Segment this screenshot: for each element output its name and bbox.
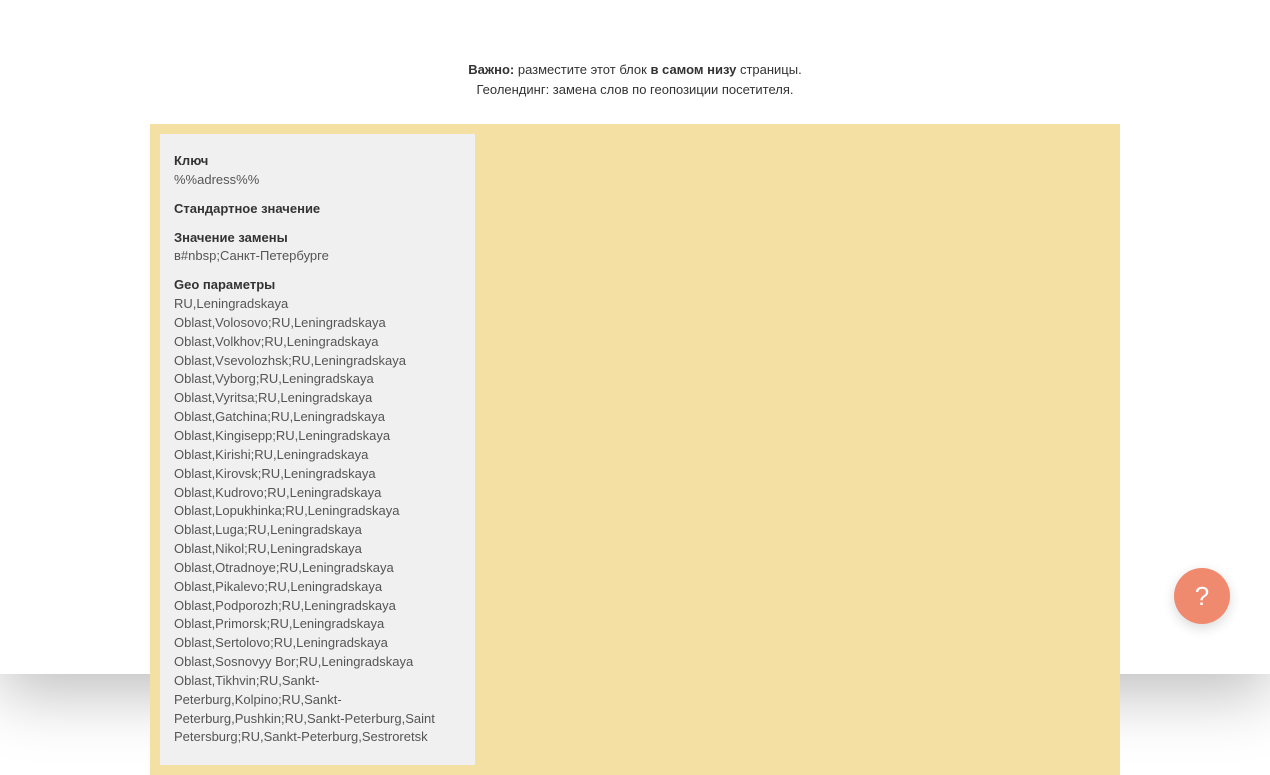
key-value: %%adress%% [174, 172, 259, 187]
header-line-2: Геолендинг: замена слов по геопозиции по… [0, 80, 1270, 100]
key-section: Ключ %%adress%% [174, 152, 461, 190]
help-icon: ? [1195, 581, 1209, 612]
replace-value-label: Значение замены [174, 229, 461, 248]
header-info-text: Важно: разместите этот блок в самом низу… [0, 60, 1270, 99]
page-wrapper: Важно: разместите этот блок в самом низу… [0, 0, 1270, 674]
default-value-label: Стандартное значение [174, 200, 461, 219]
header-bold-position: в самом низу [650, 62, 736, 77]
geo-params-value: RU,Leningradskaya Oblast,Volosovo;RU,Len… [174, 296, 435, 744]
geo-settings-panel[interactable]: Ключ %%adress%% Стандартное значение Зна… [160, 134, 475, 765]
help-button[interactable]: ? [1174, 568, 1230, 624]
header-mid: разместите этот блок [514, 62, 650, 77]
header-suffix: страницы. [736, 62, 801, 77]
replace-value-value: в#nbsp;Санкт-Петербурге [174, 248, 329, 263]
geo-params-section: Geo параметры RU,Leningradskaya Oblast,V… [174, 276, 461, 747]
header-line-1: Важно: разместите этот блок в самом низу… [0, 60, 1270, 80]
default-value-section: Стандартное значение [174, 200, 461, 219]
replace-value-section: Значение замены в#nbsp;Санкт-Петербурге [174, 229, 461, 267]
geo-block-container[interactable]: Ключ %%adress%% Стандартное значение Зна… [150, 124, 1120, 775]
key-label: Ключ [174, 152, 461, 171]
geo-params-label: Geo параметры [174, 276, 461, 295]
header-prefix-important: Важно: [468, 62, 514, 77]
